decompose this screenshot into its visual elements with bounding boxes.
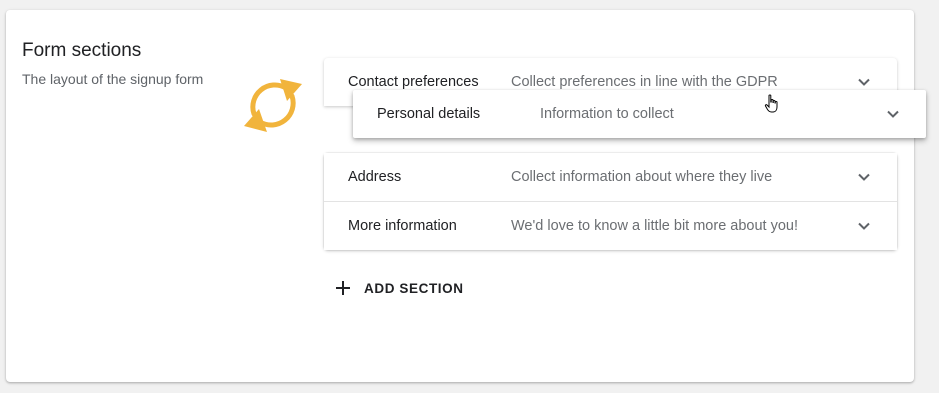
chevron-down-icon[interactable] — [886, 107, 900, 121]
section-group: Address Collect information about where … — [324, 153, 897, 250]
section-panel-address[interactable]: Address Collect information about where … — [324, 153, 897, 201]
chevron-down-icon[interactable] — [857, 170, 871, 184]
add-section-button[interactable]: ADD SECTION — [334, 279, 464, 297]
section-panel-personal-details-dragging[interactable]: Personal details Information to collect — [353, 90, 926, 138]
section-description: Information to collect — [540, 106, 674, 122]
chevron-down-icon[interactable] — [857, 219, 871, 233]
section-name: Contact preferences — [348, 74, 479, 90]
page-subtitle: The layout of the signup form — [22, 71, 204, 87]
section-name: Address — [348, 169, 402, 185]
section-name: Personal details — [377, 106, 481, 122]
hand-pointer-icon — [764, 94, 778, 113]
section-name: More information — [348, 218, 457, 234]
section-description: We'd love to know a little bit more abou… — [511, 218, 799, 234]
page-title: Form sections — [22, 40, 142, 61]
section-panel-more-information[interactable]: More information We'd love to know a lit… — [324, 202, 897, 250]
chevron-down-icon[interactable] — [857, 75, 871, 89]
sync-arrows-icon — [244, 79, 302, 132]
plus-icon — [336, 281, 350, 295]
add-section-label: ADD SECTION — [364, 280, 464, 296]
section-description: Collect information about where they liv… — [511, 169, 773, 185]
section-description: Collect preferences in line with the GDP… — [511, 74, 778, 90]
